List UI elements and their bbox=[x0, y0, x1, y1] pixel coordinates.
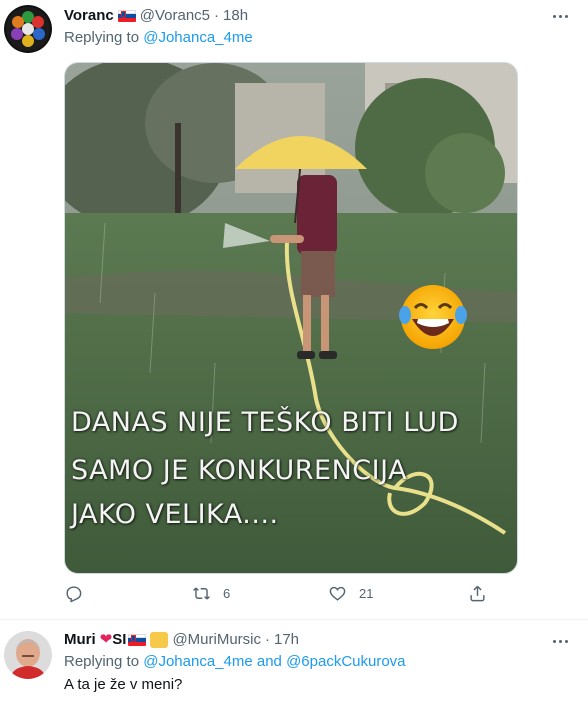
tweet-image[interactable]: DANAS NIJE TEŠKO BITI LUD SAMO JE KONKUR… bbox=[64, 62, 518, 574]
couple-emoji-icon bbox=[150, 632, 169, 648]
mention-link[interactable]: @Johanca_4me bbox=[143, 29, 252, 46]
meme-caption-line: SAMO JE KONKURENCIJA bbox=[71, 455, 408, 486]
slovenia-flag-icon bbox=[128, 634, 147, 646]
author-name-suffix: SI bbox=[112, 631, 127, 648]
replying-to: Replying to @Johanca_4me bbox=[64, 28, 253, 48]
heart-icon bbox=[329, 586, 346, 601]
separator: · bbox=[214, 7, 220, 24]
mention-link[interactable]: @6packCukurova bbox=[286, 653, 405, 670]
tweet[interactable]: Voranc @Voranc5 · 18h Replying to @Johan… bbox=[0, 0, 588, 620]
reply-icon bbox=[66, 586, 82, 603]
separator: · bbox=[265, 631, 270, 648]
tweet-header: Voranc @Voranc5 · 18h bbox=[64, 6, 248, 26]
timestamp[interactable]: 17h bbox=[274, 630, 299, 650]
retweet-button[interactable]: 6 bbox=[192, 584, 230, 603]
share-icon bbox=[470, 585, 485, 602]
red-heart-icon: ❤ bbox=[99, 631, 113, 648]
mention-link[interactable]: @Johanca_4me bbox=[143, 653, 252, 670]
avatar[interactable] bbox=[4, 5, 52, 53]
replying-joiner: and bbox=[256, 653, 282, 670]
tweet-text: A ta je že v meni? bbox=[64, 676, 183, 693]
like-button[interactable]: 21 bbox=[328, 584, 373, 603]
avatar[interactable] bbox=[4, 631, 52, 679]
tweet-actions: 6 21 bbox=[64, 584, 494, 608]
meme-caption-line: DANAS NIJE TEŠKO BITI LUD bbox=[71, 407, 459, 438]
like-count: 21 bbox=[359, 586, 374, 601]
timestamp[interactable]: 18h bbox=[223, 6, 248, 26]
reply-button[interactable] bbox=[64, 584, 95, 603]
retweet-icon bbox=[193, 587, 210, 600]
share-button[interactable] bbox=[468, 584, 487, 603]
slovenia-flag-icon bbox=[117, 10, 136, 22]
tweet[interactable]: Muri ❤ SI @MuriMursic · 17h Replying to … bbox=[0, 621, 588, 705]
replying-prefix: Replying to bbox=[64, 29, 140, 46]
retweet-count: 6 bbox=[223, 586, 231, 601]
author-name[interactable]: Voranc bbox=[64, 6, 114, 26]
replying-to: Replying to @Johanca_4me and @6packCukur… bbox=[64, 652, 406, 672]
author-handle[interactable]: @MuriMursic bbox=[172, 630, 261, 650]
author-handle[interactable]: @Voranc5 bbox=[140, 6, 210, 26]
more-icon[interactable] bbox=[550, 6, 570, 26]
tweet-header: Muri ❤ SI @MuriMursic · 17h bbox=[64, 630, 299, 650]
meme-caption-line: JAKO VELIKA.... bbox=[71, 499, 279, 530]
replying-prefix: Replying to bbox=[64, 653, 140, 670]
more-icon[interactable] bbox=[550, 631, 570, 651]
author-name[interactable]: Muri bbox=[64, 630, 96, 650]
